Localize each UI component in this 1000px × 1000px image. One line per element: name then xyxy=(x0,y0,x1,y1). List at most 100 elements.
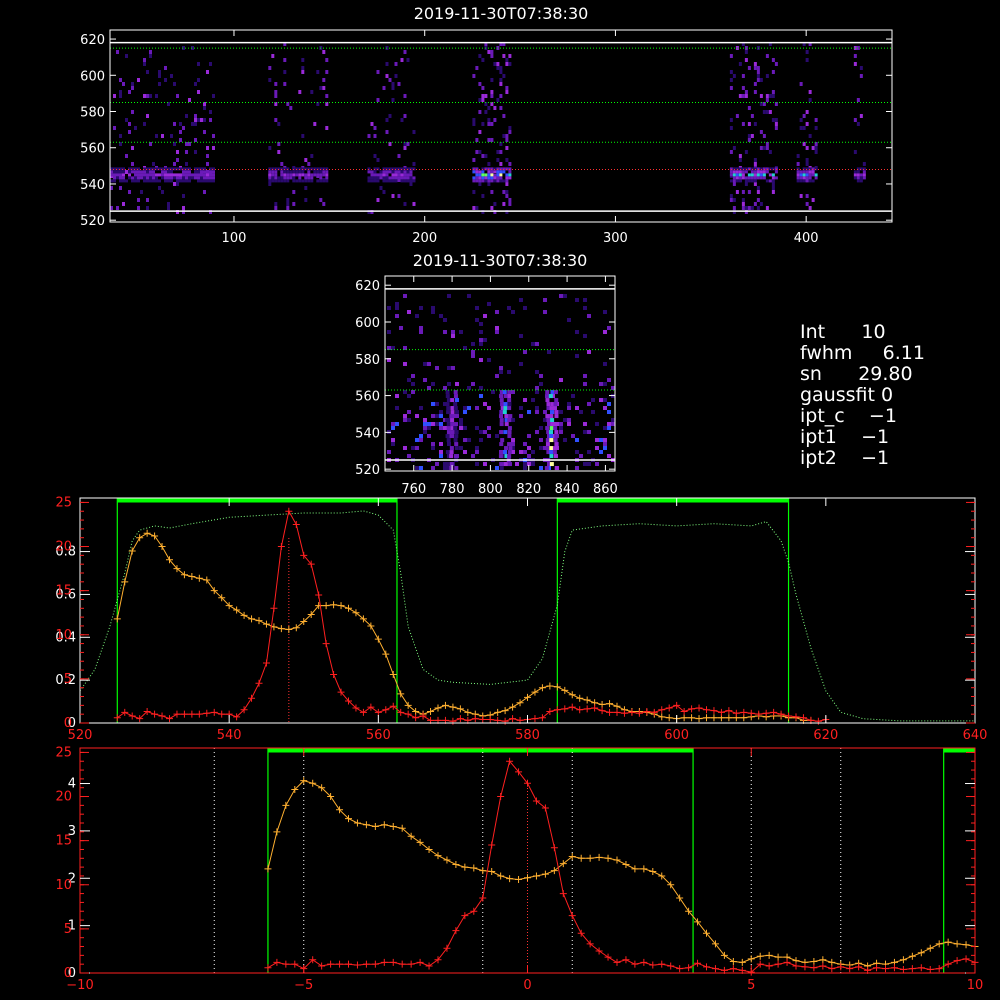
raster-pixel xyxy=(756,70,760,74)
data-point xyxy=(640,865,648,873)
raster-pixel xyxy=(451,330,455,334)
data-point xyxy=(337,602,345,610)
param-ipt1: ipt1 −1 xyxy=(800,427,925,448)
raster-pixel xyxy=(423,426,427,430)
data-point xyxy=(113,615,121,623)
data-point xyxy=(559,890,567,898)
raster-pixel xyxy=(799,82,803,86)
data-point xyxy=(113,714,121,722)
raster-pixel xyxy=(478,54,482,58)
raster-pixel xyxy=(325,170,329,174)
raster-pixel xyxy=(431,466,435,470)
raster-pixel xyxy=(283,176,287,180)
data-point xyxy=(917,964,925,972)
raster-pixel xyxy=(286,170,290,174)
streak-pixel xyxy=(446,426,451,431)
raster-pixel xyxy=(805,58,809,62)
streak-pixel xyxy=(450,410,455,415)
raster-pixel xyxy=(391,438,395,442)
raster-pixel xyxy=(467,294,471,298)
raster-pixel xyxy=(747,66,751,70)
raster-pixel xyxy=(431,402,435,406)
raster-pixel xyxy=(595,422,599,426)
raster-pixel xyxy=(607,402,611,406)
raster-pixel xyxy=(316,173,320,177)
raster-pixel xyxy=(472,190,476,194)
raster-pixel xyxy=(119,78,122,82)
raster-pixel xyxy=(131,82,134,86)
raster-pixel xyxy=(116,173,119,177)
raster-pixel xyxy=(439,422,443,426)
raster-pixel xyxy=(292,190,296,194)
data-point xyxy=(336,960,344,968)
raster-pixel xyxy=(200,179,203,183)
raster-pixel xyxy=(197,62,200,66)
raster-pixel xyxy=(373,176,377,180)
raster-pixel xyxy=(182,126,185,130)
raster-pixel xyxy=(419,434,423,438)
raster-pixel xyxy=(161,176,164,180)
raster-pixel xyxy=(427,426,431,430)
raster-pixel xyxy=(523,462,527,466)
raster-pixel xyxy=(475,138,479,142)
data-point xyxy=(810,958,818,966)
streak-pixel xyxy=(544,466,549,471)
data-point xyxy=(613,958,621,966)
raster-pixel xyxy=(729,179,733,183)
raster-pixel xyxy=(765,179,769,183)
data-point xyxy=(819,956,827,964)
raster-pixel xyxy=(298,170,302,174)
raster-pixel xyxy=(729,170,733,174)
raster-pixel xyxy=(427,362,431,366)
raster-pixel xyxy=(406,170,410,174)
raster-pixel xyxy=(511,442,515,446)
raster-pixel xyxy=(391,173,395,177)
raster-pixel xyxy=(379,186,383,190)
raster-pixel xyxy=(490,138,494,142)
raster-pixel xyxy=(744,50,748,54)
raster-pixel xyxy=(212,134,215,138)
raster-pixel xyxy=(505,190,509,194)
raster-pixel xyxy=(307,173,311,177)
raster-pixel xyxy=(382,173,386,177)
raster-pixel xyxy=(409,170,413,174)
raster-pixel xyxy=(559,378,563,382)
data-point xyxy=(568,912,576,920)
raster-pixel xyxy=(575,330,579,334)
raster-pixel xyxy=(502,202,506,206)
raster-pixel xyxy=(292,173,296,177)
series-line-lightgreen xyxy=(79,510,975,722)
raster-pixel xyxy=(732,74,736,78)
raster-pixel xyxy=(277,150,281,154)
raster-pixel xyxy=(271,179,275,183)
data-point xyxy=(568,703,576,711)
raster-pixel xyxy=(579,454,583,458)
raster-pixel xyxy=(280,170,284,174)
raster-pixel xyxy=(407,310,411,314)
raster-pixel xyxy=(490,179,494,183)
streak-pixel xyxy=(453,402,458,407)
raster-pixel xyxy=(212,170,215,174)
data-point xyxy=(729,958,737,966)
data-point xyxy=(606,708,614,716)
raster-pixel xyxy=(753,122,757,126)
data-point xyxy=(944,938,952,946)
streak-pixel xyxy=(545,414,550,419)
raster-pixel xyxy=(499,179,503,183)
param-value: 29.80 xyxy=(858,363,913,385)
raster-pixel xyxy=(119,94,122,98)
raster-pixel xyxy=(391,170,395,174)
raster-pixel xyxy=(131,179,134,183)
raster-pixel xyxy=(325,94,329,98)
red-y-tick-label: 0 xyxy=(64,966,72,981)
raster-pixel xyxy=(543,410,547,414)
streak-pixel xyxy=(454,446,459,451)
streak-pixel xyxy=(498,414,503,419)
raster-pixel xyxy=(599,450,603,454)
raster-pixel xyxy=(475,318,479,322)
raster-pixel xyxy=(478,150,482,154)
raster-pixel xyxy=(729,86,733,90)
raster-pixel xyxy=(859,66,863,70)
raster-pixel xyxy=(499,94,503,98)
raster-pixel xyxy=(113,126,116,130)
